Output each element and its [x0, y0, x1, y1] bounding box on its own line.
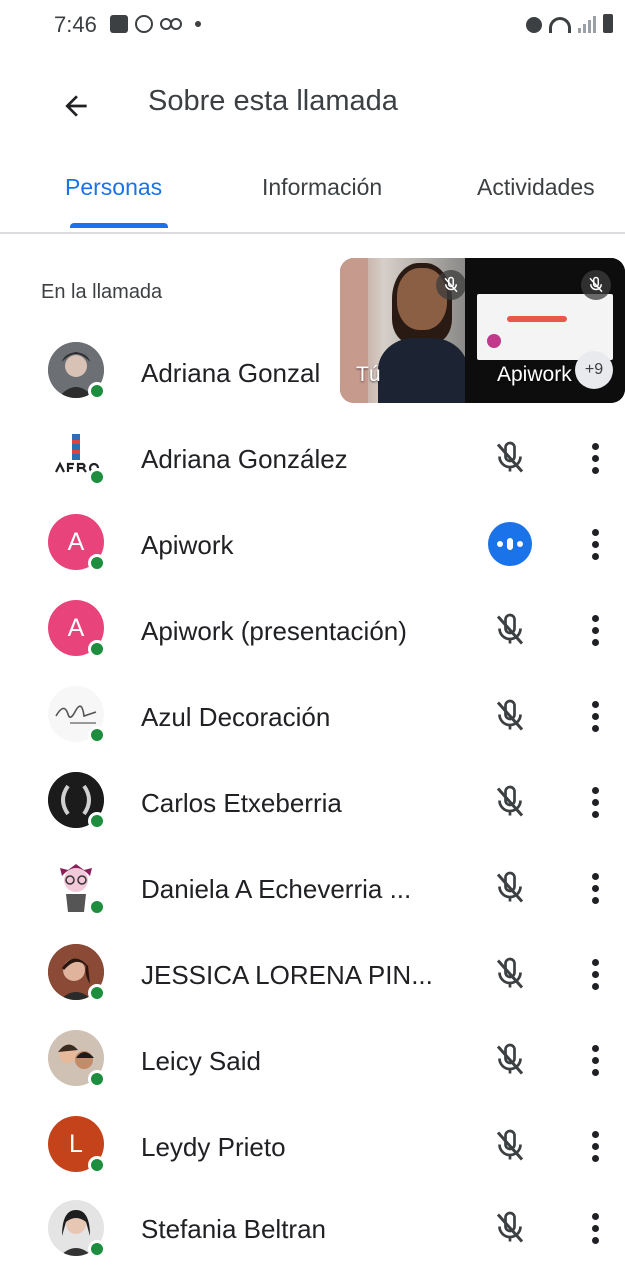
participant-row[interactable]: Azul Decoración	[0, 672, 625, 758]
more-options-button[interactable]	[580, 956, 610, 992]
back-button[interactable]	[52, 82, 100, 130]
participant-row[interactable]: Carlos Etxeberria	[0, 758, 625, 844]
more-participants-badge[interactable]: +9	[575, 351, 613, 389]
presence-dot	[88, 1156, 106, 1174]
more-options-button[interactable]	[580, 698, 610, 734]
participant-name: Leicy Said	[141, 1046, 261, 1076]
video-pip[interactable]: Tú Apiwork +9	[340, 258, 625, 403]
mic-off-icon	[581, 270, 611, 300]
status-bar: 7:46	[0, 0, 625, 50]
more-options-button[interactable]	[580, 440, 610, 476]
battery-icon	[603, 14, 613, 33]
mic-off-icon[interactable]	[492, 784, 528, 820]
whatsapp-icon	[135, 15, 153, 33]
dot-icon	[195, 21, 201, 27]
presence-dot	[88, 812, 106, 830]
mic-off-icon[interactable]	[492, 698, 528, 734]
presence-dot	[88, 726, 106, 744]
participant-row[interactable]: A Apiwork	[0, 500, 625, 586]
page-title: Sobre esta llamada	[148, 85, 398, 117]
more-options-button[interactable]	[580, 1042, 610, 1078]
status-right-icons	[526, 14, 613, 33]
participant-row[interactable]: L Leydy Prieto	[0, 1102, 625, 1188]
mic-off-icon[interactable]	[492, 440, 528, 476]
presenter-label: Apiwork	[497, 363, 572, 386]
avatar-initial: A	[67, 527, 85, 556]
participant-name: JESSICA LORENA PIN...	[141, 960, 433, 990]
presence-dot	[88, 984, 106, 1002]
participant-row[interactable]: A Apiwork (presentación)	[0, 586, 625, 672]
tab-indicator	[70, 223, 168, 228]
mic-off-icon[interactable]	[492, 956, 528, 992]
participant-name: Adriana González	[141, 444, 348, 474]
app-bar: Sobre esta llamada	[0, 60, 625, 150]
more-options-button[interactable]	[580, 526, 610, 562]
presence-dot	[88, 554, 106, 572]
signal-icon	[578, 16, 596, 33]
tab-personas[interactable]: Personas	[65, 174, 162, 201]
mic-off-icon[interactable]	[492, 1210, 528, 1246]
voicemail-icon	[160, 18, 182, 30]
participant-row[interactable]: Adriana González	[0, 414, 625, 500]
mic-off-icon[interactable]	[492, 1042, 528, 1078]
avatar-initial: A	[67, 613, 85, 642]
participant-row[interactable]: Leicy Said	[0, 1016, 625, 1102]
gallery-icon	[110, 15, 128, 33]
more-options-button[interactable]	[580, 612, 610, 648]
presentation-video-tile[interactable]: Apiwork +9	[465, 258, 625, 403]
participant-row[interactable]: Stefania Beltran	[0, 1188, 625, 1274]
presence-dot	[88, 382, 106, 400]
participant-name: Daniela A Echeverria ...	[141, 874, 412, 904]
presence-dot	[88, 1070, 106, 1088]
speaking-indicator-icon	[488, 522, 532, 566]
arrow-back-icon	[65, 95, 87, 117]
tab-bar: Personas Información Actividades	[0, 160, 625, 234]
self-video-tile[interactable]: Tú	[340, 258, 468, 403]
mic-off-icon[interactable]	[492, 870, 528, 906]
more-options-button[interactable]	[580, 870, 610, 906]
participant-name: Stefania Beltran	[141, 1214, 327, 1244]
wifi-icon	[549, 17, 571, 33]
more-options-button[interactable]	[580, 1128, 610, 1164]
section-title: En la llamada	[41, 281, 163, 303]
participant-name: Adriana Gonzal	[141, 358, 321, 388]
more-options-button[interactable]	[580, 1210, 610, 1246]
presence-dot	[88, 1240, 106, 1258]
tab-actividades[interactable]: Actividades	[477, 174, 595, 201]
mic-off-icon	[436, 270, 466, 300]
participant-name: Apiwork	[141, 530, 234, 560]
participant-name: Leydy Prieto	[141, 1132, 286, 1162]
presence-dot	[88, 468, 106, 486]
presence-dot	[88, 640, 106, 658]
slide-title-bar	[507, 316, 567, 322]
participant-name: Carlos Etxeberria	[141, 788, 342, 818]
avatar-initial: L	[69, 1129, 83, 1158]
status-time: 7:46	[54, 12, 97, 37]
participant-row[interactable]: Daniela A Echeverria ...	[0, 844, 625, 930]
tab-informacion[interactable]: Información	[262, 174, 382, 201]
self-label: Tú	[356, 363, 381, 386]
status-left-icons	[110, 15, 201, 33]
self-body	[378, 338, 468, 403]
more-options-button[interactable]	[580, 784, 610, 820]
mic-off-icon[interactable]	[492, 612, 528, 648]
participant-name: Apiwork (presentación)	[141, 616, 407, 646]
participant-row[interactable]: JESSICA LORENA PIN...	[0, 930, 625, 1016]
slide-graphic	[487, 334, 501, 348]
presence-dot	[88, 898, 106, 916]
alarm-icon	[526, 17, 542, 33]
participant-name: Azul Decoración	[141, 702, 331, 732]
mic-off-icon[interactable]	[492, 1128, 528, 1164]
